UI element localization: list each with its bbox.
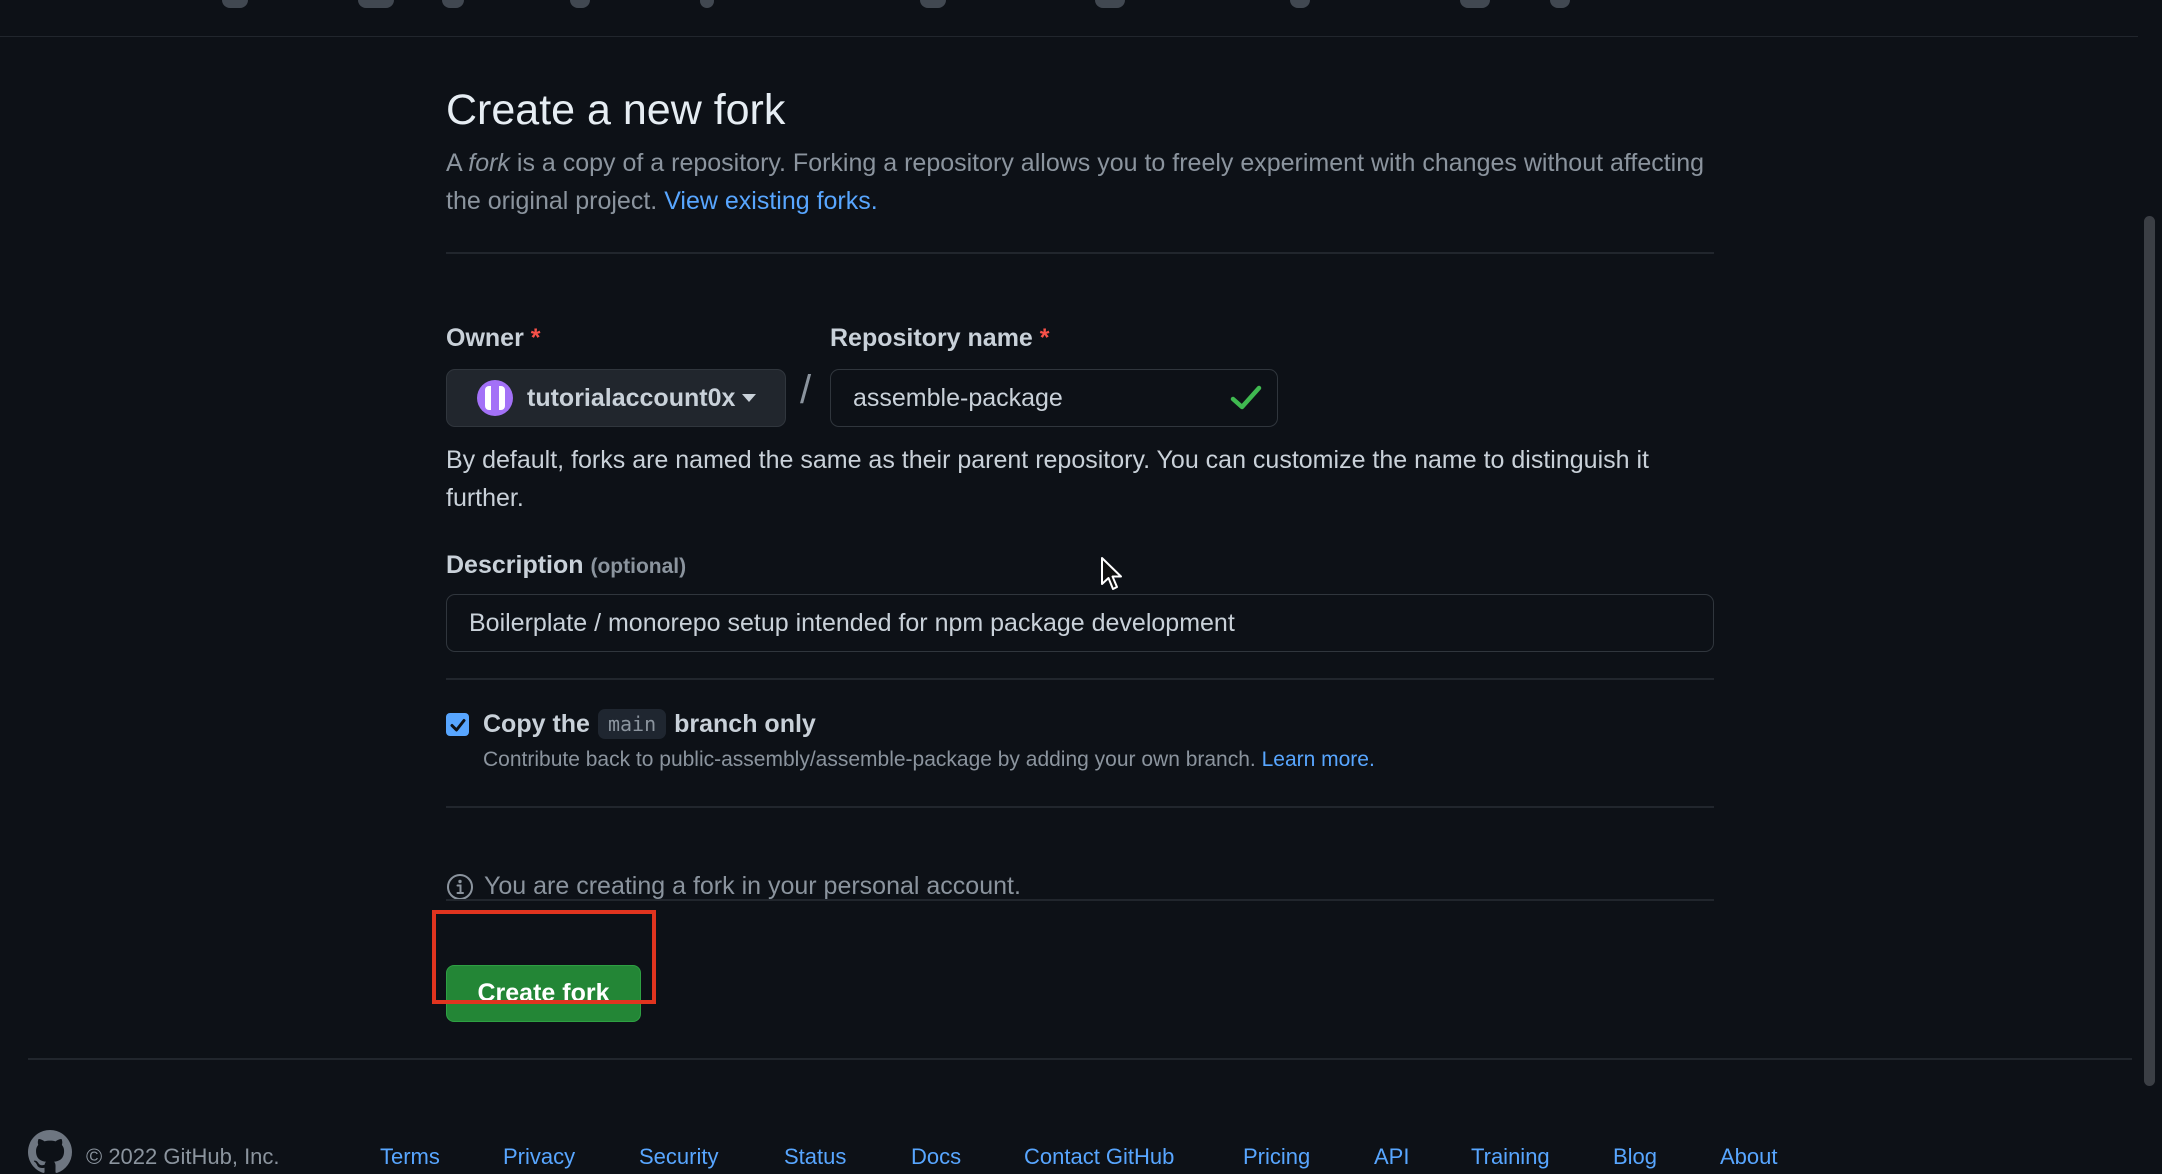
copy-main-branch-checkbox[interactable]	[446, 713, 469, 736]
footer-link-privacy[interactable]: Privacy	[503, 1144, 575, 1170]
footer-divider	[28, 1058, 2132, 1060]
checkmark-icon	[450, 718, 465, 731]
footer-link-terms[interactable]: Terms	[380, 1144, 440, 1170]
footer-link-blog[interactable]: Blog	[1613, 1144, 1657, 1170]
copy-main-branch-label[interactable]: Copy the main branch only	[483, 709, 816, 739]
fork-term: fork	[468, 149, 510, 177]
repository-name-label: Repository name *	[830, 324, 1050, 352]
intro-text: A fork is a copy of a repository. Forkin…	[446, 149, 1705, 215]
copy-branch-description: Contribute back to public-assembly/assem…	[483, 748, 1375, 771]
repository-name-value[interactable]: assemble-package	[853, 384, 1229, 413]
avatar	[477, 380, 513, 416]
owner-select[interactable]: tutorialaccount0x	[446, 369, 786, 427]
info-icon	[447, 873, 473, 900]
learn-more-link[interactable]: Learn more.	[1262, 748, 1375, 771]
page-title: Create a new fork	[446, 86, 786, 134]
footer-link-docs[interactable]: Docs	[911, 1144, 961, 1170]
footer-link-pricing[interactable]: Pricing	[1243, 1144, 1310, 1170]
footer-link-contact-github[interactable]: Contact GitHub	[1024, 1144, 1174, 1170]
owner-repo-separator: /	[800, 368, 812, 412]
scrollbar[interactable]	[2138, 36, 2162, 1170]
repository-name-input[interactable]: assemble-package	[830, 369, 1278, 427]
required-mark: *	[530, 324, 541, 352]
footer-link-status[interactable]: Status	[784, 1144, 846, 1170]
mouse-cursor-icon	[1101, 557, 1122, 590]
optional-tag: (optional)	[590, 555, 687, 578]
divider	[446, 678, 1714, 680]
footer: © 2022 GitHub, Inc. Terms Privacy Securi…	[28, 1130, 2132, 1173]
owner-label: Owner *	[446, 324, 541, 352]
caret-down-icon	[742, 394, 757, 402]
highlight-annotation	[432, 910, 656, 1004]
top-navigation-remnant	[0, 0, 2162, 37]
required-mark: *	[1039, 324, 1050, 352]
info-notice: You are creating a fork in your personal…	[446, 872, 1021, 901]
branch-name-code: main	[597, 709, 667, 739]
footer-link-security[interactable]: Security	[639, 1144, 718, 1170]
description-label: Description (optional)	[446, 551, 687, 579]
repository-name-hint: By default, forks are named the same as …	[446, 446, 1649, 512]
divider	[446, 806, 1714, 808]
check-icon	[1230, 385, 1262, 410]
description-input[interactable]: Boilerplate / monorepo setup intended fo…	[446, 594, 1714, 652]
divider	[446, 899, 1714, 901]
view-existing-forks-link[interactable]: View existing forks.	[664, 187, 878, 215]
github-logo-icon[interactable]	[28, 1130, 72, 1174]
owner-name: tutorialaccount0x	[527, 383, 736, 412]
footer-link-training[interactable]: Training	[1471, 1144, 1550, 1170]
description-value[interactable]: Boilerplate / monorepo setup intended fo…	[469, 609, 1235, 638]
copyright-text: © 2022 GitHub, Inc.	[86, 1144, 280, 1169]
info-text: You are creating a fork in your personal…	[484, 872, 1021, 900]
divider	[446, 252, 1714, 254]
footer-link-api[interactable]: API	[1374, 1144, 1409, 1170]
scrollbar-thumb[interactable]	[2144, 216, 2155, 1086]
footer-link-about[interactable]: About	[1720, 1144, 1778, 1170]
